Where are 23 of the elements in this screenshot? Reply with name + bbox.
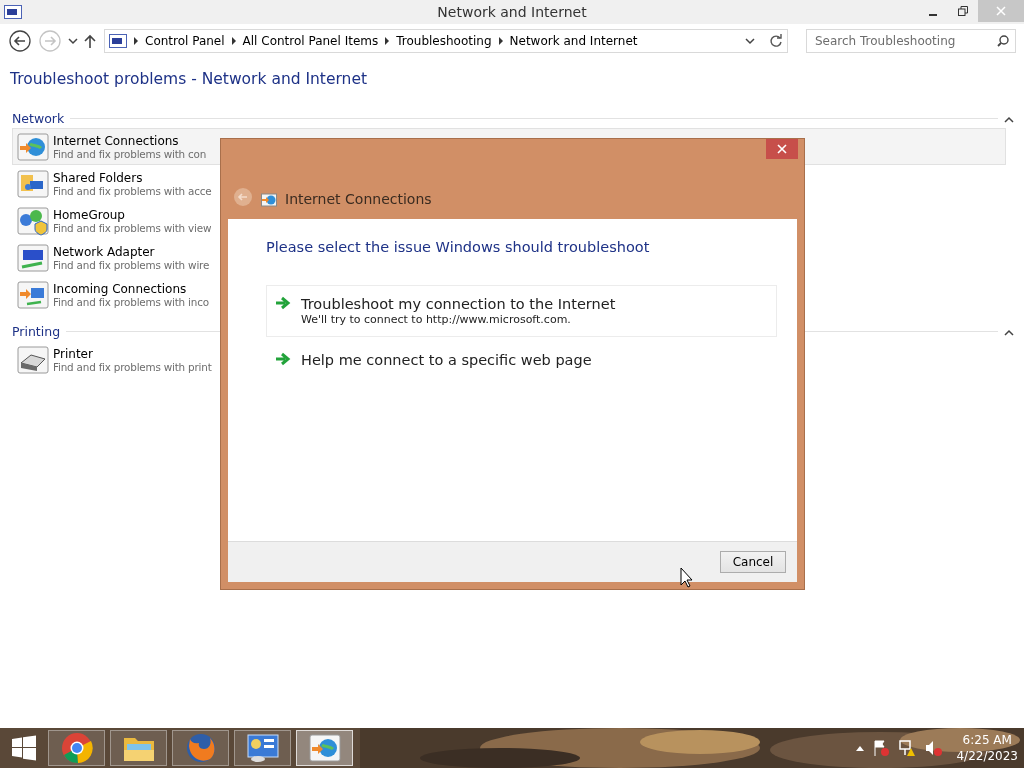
item-title: Internet Connections	[53, 133, 180, 148]
clock-time: 6:25 AM	[962, 732, 1012, 748]
dialog-prompt: Please select the issue Windows should troubleshoot	[266, 239, 651, 255]
item-title: Shared Folders	[53, 170, 144, 185]
group-title: Network	[12, 110, 65, 126]
dialog-title: Internet Connections	[285, 191, 432, 207]
group-title: Printing	[12, 323, 61, 339]
item-title: HomeGroup	[53, 207, 126, 222]
item-description: Find and fix problems with inco	[53, 295, 209, 308]
item-description: Find and fix problems with print	[53, 360, 212, 373]
item-description: Find and fix problems with wire	[53, 258, 210, 271]
option-title: Help me connect to a specific web page	[301, 352, 592, 368]
window-title: Network and Internet	[437, 4, 587, 20]
option-description: We'll try to connect to http://www.microsoft.com.	[301, 313, 572, 326]
page-heading: Troubleshoot problems - Network and Internet	[9, 69, 368, 90]
clock-date: 4/22/2023	[956, 748, 1018, 764]
item-description: Find and fix problems with view	[53, 221, 212, 234]
item-description: Find and fix problems with con	[53, 147, 207, 160]
option-title: Troubleshoot my connection to the Internet	[301, 296, 616, 312]
item-title: Incoming Connections	[53, 281, 188, 296]
item-description: Find and fix problems with acce	[53, 184, 212, 197]
item-title: Network Adapter	[53, 244, 156, 259]
item-title: Printer	[53, 346, 94, 361]
